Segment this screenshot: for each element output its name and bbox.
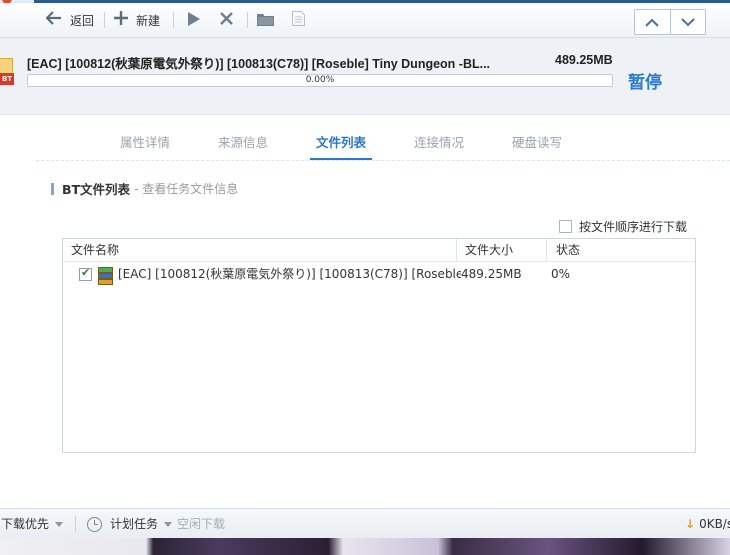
progress-bar: 0.00% <box>27 74 613 87</box>
column-name-header[interactable]: 文件名称 <box>71 239 119 261</box>
next-task-button[interactable] <box>669 10 706 34</box>
file-info-button[interactable] <box>292 3 305 37</box>
delete-button[interactable] <box>220 3 233 37</box>
download-priority-dropdown[interactable]: 下载优先 <box>1 509 64 539</box>
download-priority-label: 下载优先 <box>1 517 50 531</box>
file-table: 文件名称 文件大小 状态 ✔ [EAC] [100812(秋葉原電気外祭り)] … <box>62 238 696 453</box>
file-name: [EAC] [100812(秋葉原電気外祭り)] [100813(C78)] [… <box>118 267 461 281</box>
arrow-left-icon <box>45 3 62 37</box>
document-icon <box>292 11 305 29</box>
back-button[interactable]: 返回 <box>45 3 95 37</box>
bt-badge: BT <box>0 73 14 85</box>
tab-connections[interactable]: 连接情况 <box>414 132 464 151</box>
detail-tabs: 属性详情 来源信息 文件列表 连接情况 硬盘读写 <box>36 115 730 161</box>
new-task-button[interactable]: 新建 <box>114 3 160 37</box>
toolbar-divider <box>173 12 174 28</box>
chevron-down-icon <box>164 522 173 527</box>
progress-text: 0.00% <box>305 75 335 85</box>
play-icon <box>187 11 200 29</box>
clock-icon <box>87 517 102 532</box>
toolbar: 返回 新建 <box>0 3 730 38</box>
section-title: BT文件列表 <box>62 182 131 197</box>
status-bar: 下载优先 计划任务 空闲下载 ↓ 0KB/s <box>0 508 730 539</box>
idle-download-option[interactable]: 空闲下载 <box>177 509 225 539</box>
task-header: BT [EAC] [100812(秋葉原電気外祭り)] [100813(C78)… <box>0 38 730 115</box>
download-speed-value: 0KB/s <box>699 517 730 531</box>
task-name: [EAC] [100812(秋葉原電気外祭り)] [100813(C78)] [… <box>27 57 491 71</box>
file-size: 489.25MB <box>461 267 522 281</box>
archive-file-icon <box>98 267 113 285</box>
toolbar-divider <box>104 12 105 28</box>
task-size: 489.25MB <box>555 53 613 67</box>
table-header: 文件名称 文件大小 状态 <box>63 239 695 262</box>
sequential-download-checkbox[interactable] <box>559 220 572 233</box>
task-detail-panel: 属性详情 来源信息 文件列表 连接情况 硬盘读写 BT文件列表 - 查看任务文件… <box>0 115 730 508</box>
start-button[interactable] <box>187 3 200 37</box>
desktop-wallpaper <box>0 538 730 555</box>
back-label: 返回 <box>70 13 95 28</box>
chevron-up-icon <box>645 18 659 27</box>
tab-disk-io[interactable]: 硬盘读写 <box>512 132 562 151</box>
column-divider[interactable] <box>456 239 457 261</box>
check-icon: ✔ <box>81 266 91 279</box>
column-divider[interactable] <box>546 239 547 261</box>
column-status-header[interactable]: 状态 <box>556 239 580 261</box>
active-tab-indicator <box>310 158 372 160</box>
chevron-down-icon <box>681 17 695 26</box>
sequential-download-option[interactable]: 按文件顺序进行下载 <box>559 218 687 235</box>
column-size-header[interactable]: 文件大小 <box>465 239 513 261</box>
download-task-window: 返回 新建 BT [EAC] [100812(秋葉原電気外祭り)] [10081… <box>0 0 730 555</box>
statusbar-divider <box>75 516 76 532</box>
close-icon <box>220 12 233 28</box>
tab-file-list[interactable]: 文件列表 <box>316 132 366 151</box>
download-arrow-icon: ↓ <box>685 517 696 531</box>
file-select-checkbox[interactable]: ✔ <box>79 266 92 281</box>
task-nav-buttons <box>634 9 706 35</box>
section-marker <box>51 182 54 195</box>
previous-task-button[interactable] <box>635 10 670 34</box>
pause-button[interactable]: 暂停 <box>628 68 662 93</box>
file-status: 0% <box>551 267 571 281</box>
scheduled-task-label: 计划任务 <box>110 517 159 531</box>
chevron-down-icon <box>55 522 64 527</box>
toolbar-divider <box>247 12 248 28</box>
new-label: 新建 <box>136 13 161 28</box>
scheduled-task-dropdown[interactable]: 计划任务 <box>110 509 173 539</box>
section-subtitle: - 查看任务文件信息 <box>134 182 239 196</box>
tab-properties[interactable]: 属性详情 <box>120 132 170 151</box>
sequential-download-label: 按文件顺序进行下载 <box>579 220 688 234</box>
open-folder-button[interactable] <box>257 3 274 37</box>
tab-source[interactable]: 来源信息 <box>218 132 268 151</box>
folder-icon <box>257 12 274 29</box>
section-header: BT文件列表 - 查看任务文件信息 <box>51 179 238 198</box>
bt-file-icon: BT <box>0 58 14 88</box>
plus-icon <box>114 3 128 37</box>
download-speed: ↓ 0KB/s <box>685 509 730 539</box>
table-row[interactable]: ✔ [EAC] [100812(秋葉原電気外祭り)] [100813(C78)]… <box>63 263 695 285</box>
